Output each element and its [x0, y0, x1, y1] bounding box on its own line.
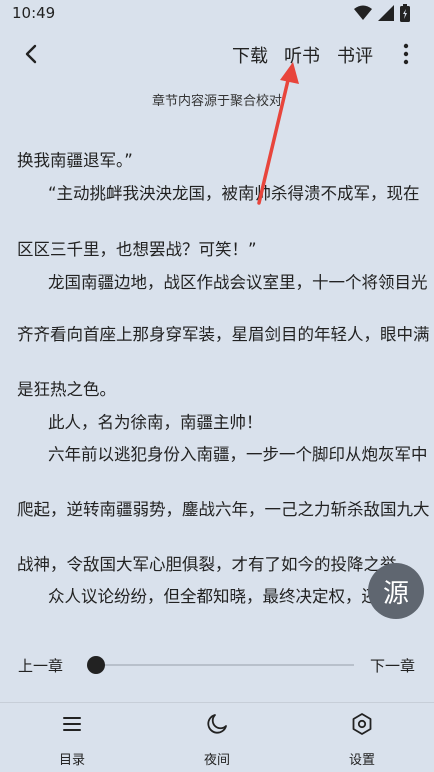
content-line: 齐齐看向首座上那身穿军装，星眉剑目的年轻人，眼中满	[17, 325, 430, 344]
prev-chapter-button[interactable]: 上一章	[18, 655, 63, 676]
content-line: 换我南疆退军。”	[17, 151, 133, 170]
content-line: 龙国南疆边地，战区作战会议室里，十一个将领目光	[48, 273, 428, 292]
chapter-content: 换我南疆退军。” “主动挑衅我泱泱龙国，被南帅杀得溃不成军，现在 区区三千里，也…	[0, 0, 434, 640]
content-line: 众人议论纷纷，但全都知晓，最终决定权，还	[48, 587, 378, 606]
chapter-progress-thumb[interactable]	[87, 656, 105, 674]
content-line: 战神，令敌国大军心胆俱裂，才有了如今的投降之举。	[17, 555, 413, 574]
settings-icon	[352, 713, 372, 735]
moon-icon	[207, 714, 227, 734]
next-chapter-button[interactable]: 下一章	[370, 655, 415, 676]
night-nav-item[interactable]: 夜间	[177, 711, 257, 768]
content-line: 区区三千里，也想罢战？可笑！”	[17, 240, 257, 259]
chapter-navigation: 上一章 下一章	[0, 645, 434, 685]
night-label: 夜间	[203, 753, 230, 768]
settings-nav-item[interactable]: 设置	[322, 711, 402, 768]
toc-label: 目录	[58, 753, 85, 768]
content-line: 爬起，逆转南疆弱势，鏖战六年，一己之力斩杀敌国九大	[17, 500, 430, 519]
source-fab-button[interactable]: 源	[368, 563, 424, 619]
toc-nav-item[interactable]: 目录	[32, 711, 112, 768]
menu-list-icon	[63, 717, 81, 731]
settings-label: 设置	[348, 753, 375, 768]
content-line: 六年前以逃犯身份入南疆，一步一个脚印从炮灰军中	[48, 445, 428, 464]
chapter-progress-track[interactable]	[96, 664, 354, 666]
bottom-nav: 目录 夜间 设置	[0, 703, 434, 772]
content-line: 是狂热之色。	[17, 380, 116, 399]
content-line: 此人，名为徐南，南疆主帅！	[48, 413, 263, 432]
content-line: “主动挑衅我泱泱龙国，被南帅杀得溃不成军，现在	[48, 184, 420, 203]
